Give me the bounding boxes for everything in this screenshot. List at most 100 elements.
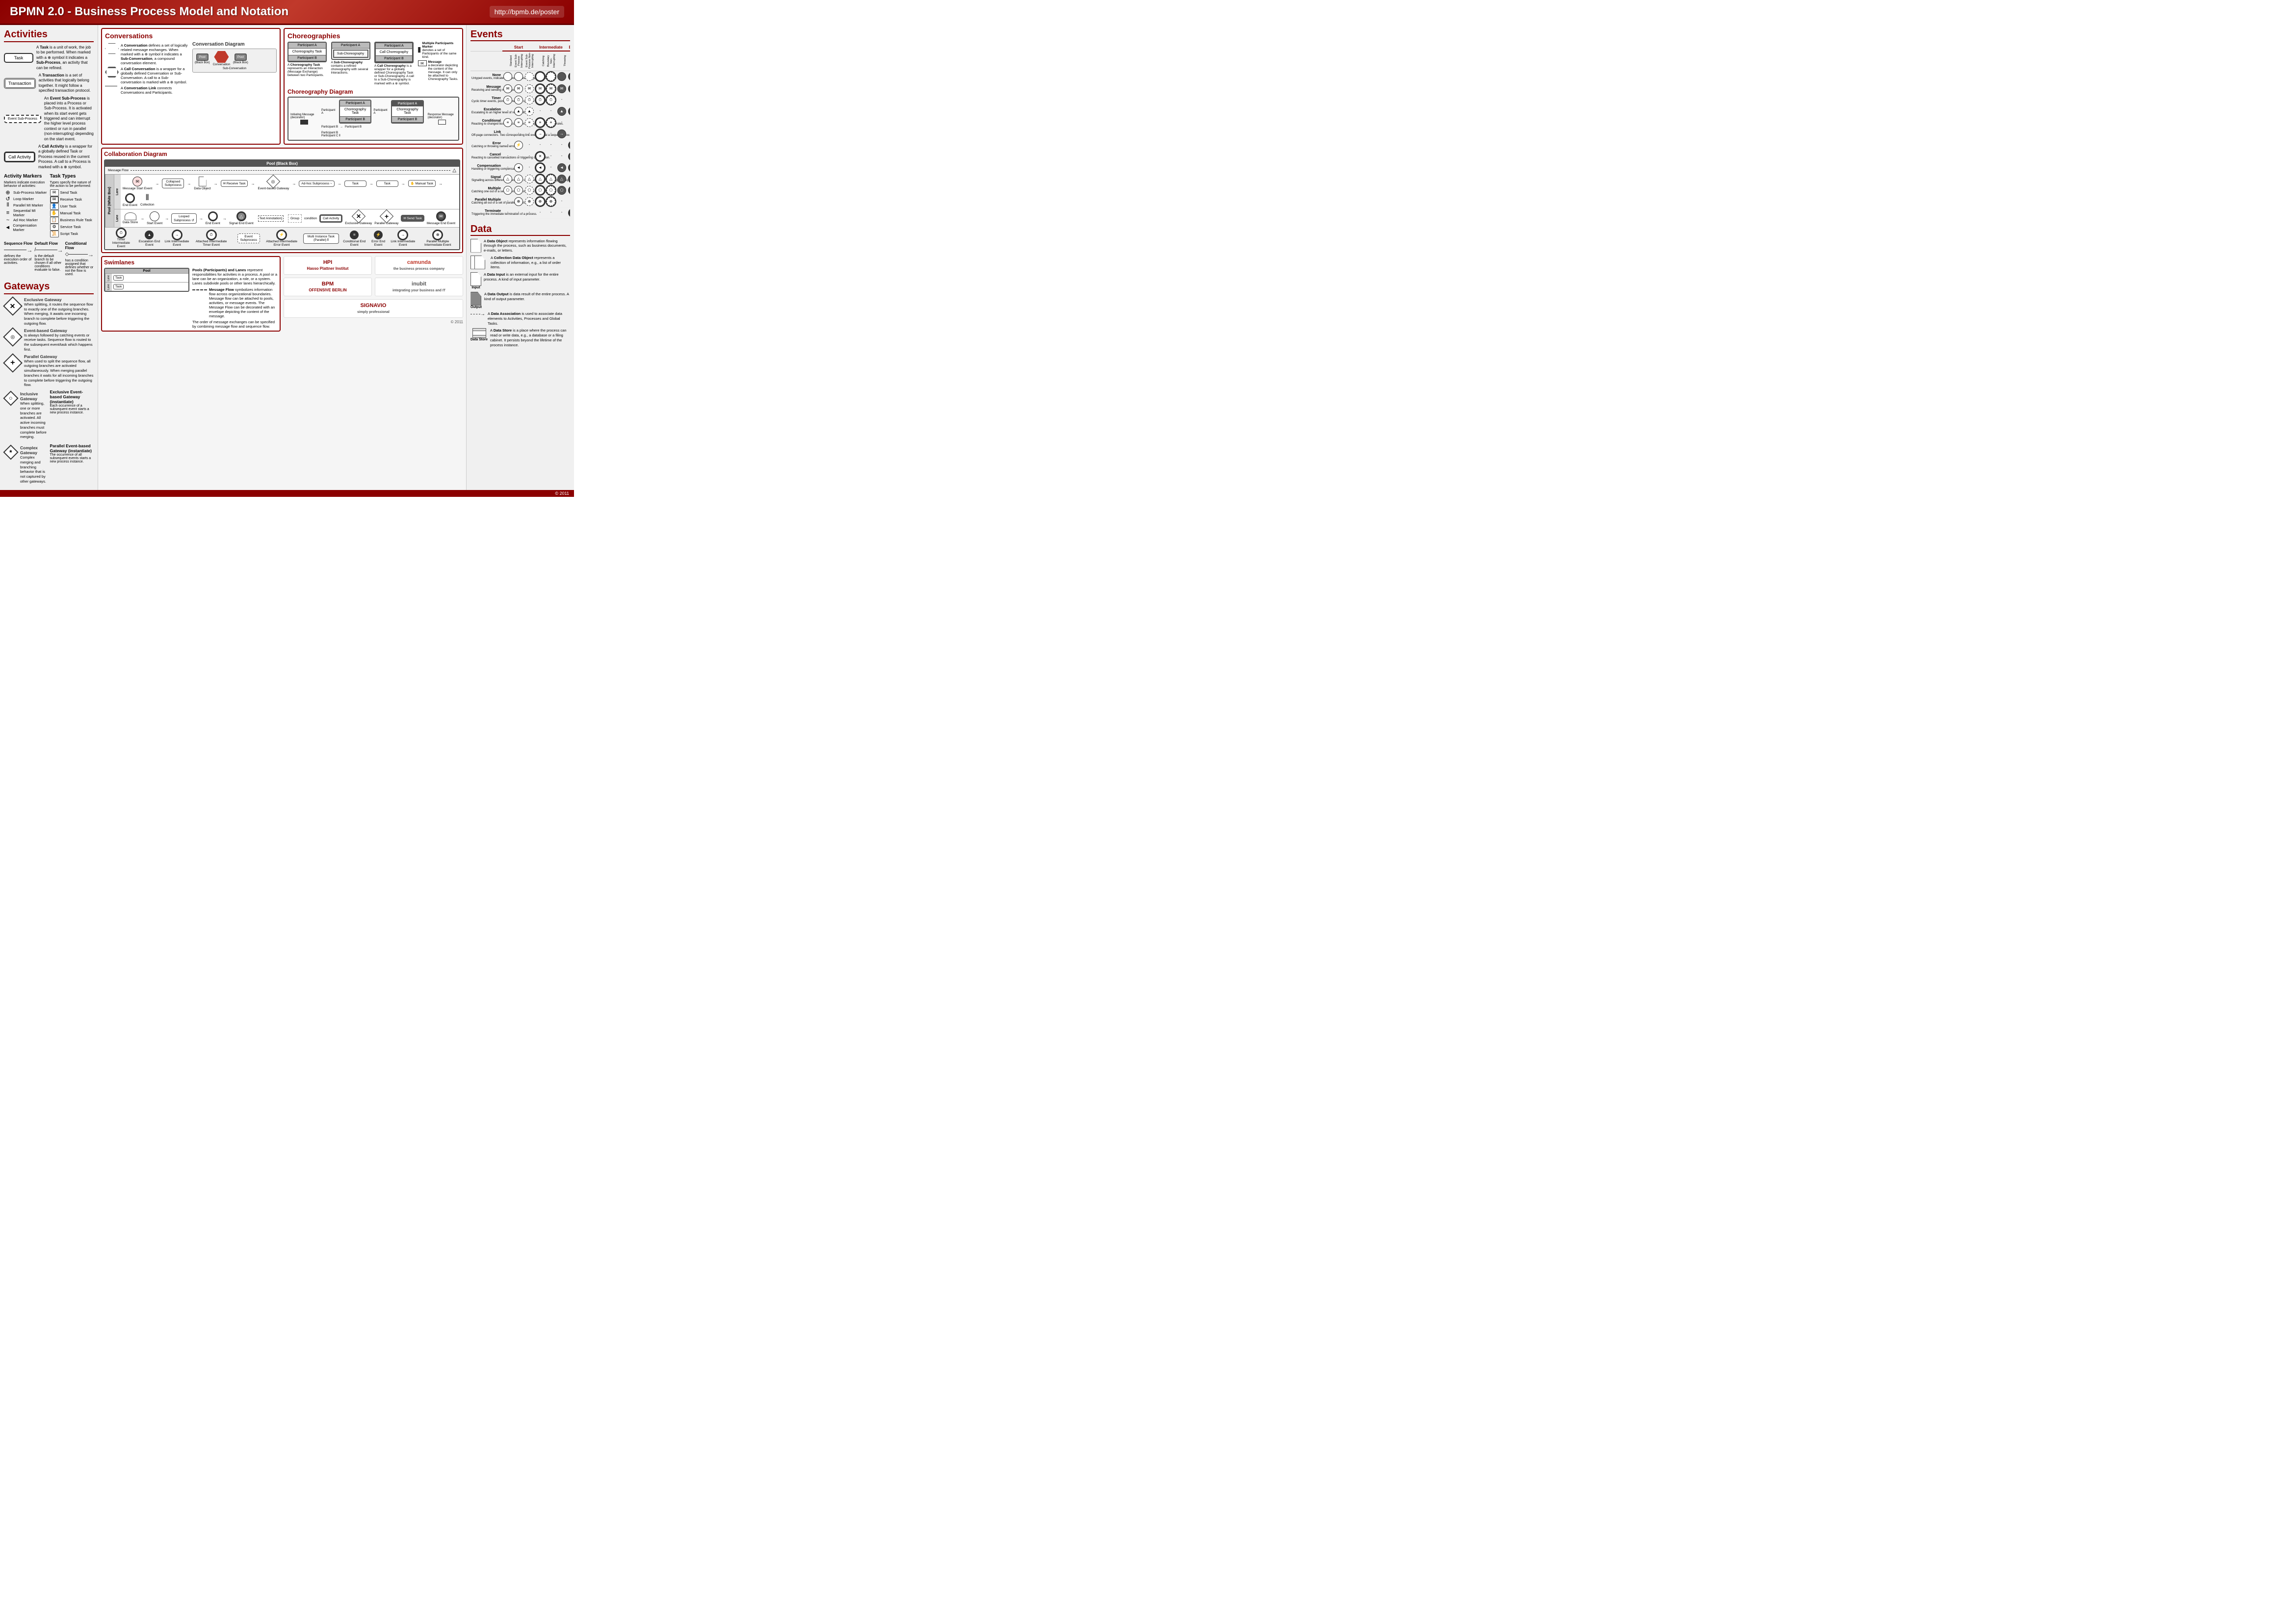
gateways-section: Gateways ✕ Exclusive Gateway When splitt… bbox=[4, 281, 94, 486]
logo-signavio: SIGNAVIOsimply professional bbox=[284, 299, 463, 318]
intermediate-events-row: ⏱ Timer Intermediate Event ▲ Escalation … bbox=[105, 227, 459, 249]
markers-desc: Markers indicate execution behavior of a… bbox=[4, 181, 48, 188]
bottom-section: Swimlanes Pool Lane Task bbox=[101, 256, 463, 332]
logo-bpm-offensive: BPMOFFENSIVE BERLIN bbox=[284, 278, 372, 296]
collab-title: Collaboration Diagram bbox=[104, 151, 460, 157]
adhoc-subprocess-diagram: Ad-hoc Subprocess ~ bbox=[299, 180, 334, 187]
data-title: Data bbox=[470, 224, 570, 236]
conversations-panel: Conversations A Conversation defines a s… bbox=[101, 28, 281, 145]
error-end: ⚡ Error End Event bbox=[370, 231, 387, 247]
attached-intermediate-error: ⚡ Attached Intermediate Error Event bbox=[264, 231, 300, 247]
copyright: © 2011 bbox=[284, 320, 463, 324]
pool-visual: Pool Lane Task Lane Task bbox=[104, 268, 189, 292]
subhead-standard-end: Standard bbox=[567, 51, 570, 71]
pool-lanes: Lane ✉ Message Start Event → CollapsedSu… bbox=[114, 175, 459, 227]
gateway-exclusive: ✕ Exclusive Gateway When splitting, it r… bbox=[4, 297, 94, 326]
swimlanes-content: Pool Lane Task Lane Task bbox=[104, 268, 278, 329]
swimlanes-title: Swimlanes bbox=[104, 259, 278, 266]
logos-section: HPIHasso Plattner Institut camundathe bu… bbox=[284, 256, 463, 332]
message-flow-desc: Message Flow symbolizes information flow… bbox=[192, 287, 278, 318]
event-row-signal: SignalSignalling across different proces… bbox=[470, 173, 570, 184]
choreography-diagram-section: Choreography Diagram Initiating Message … bbox=[287, 88, 459, 141]
task-type-script: 📜Script Task bbox=[50, 231, 94, 237]
conv-diagram-area: Pool (Black Box) Conversation Pool (Blac… bbox=[192, 49, 277, 73]
message-flow-row: Message Flow △ bbox=[105, 167, 459, 175]
pools-desc: Pools (Participants) and Lanes represent… bbox=[192, 268, 278, 285]
event-row-conditional: ConditionalReacting to changed business … bbox=[470, 117, 570, 128]
call-box: Call Activity bbox=[4, 152, 35, 162]
message-decorator: ✉ Messagea decorator depicting the conte… bbox=[418, 60, 460, 81]
task-type-manual: ✋Manual Task bbox=[50, 210, 94, 217]
activity-task: Task A Task is a unit of work, the job t… bbox=[4, 45, 94, 71]
gateway-parallel-event: Parallel Event-based Gateway (instantiat… bbox=[50, 443, 94, 486]
conditional-end: ≡ Conditional End Event bbox=[343, 231, 366, 247]
data-store-item: Data Store A Data Store is a place where… bbox=[470, 328, 570, 347]
swimlanes-visuals: Pool Lane Task Lane Task bbox=[104, 268, 189, 292]
events-table: Start Intermediate End Standard Event Su… bbox=[470, 44, 570, 219]
event-row-parallel-multiple: Parallel MultipleCatching all out of a s… bbox=[470, 196, 570, 207]
data-store-icon bbox=[472, 328, 486, 338]
choreo-task-2: Participant A Sub-Choreography A Sub-Cho… bbox=[331, 42, 373, 75]
marker-sequential-mi: ≡Sequential MI Marker bbox=[4, 208, 48, 217]
conversation-diagram: Conversation Diagram Pool (Black Box) bbox=[192, 42, 277, 96]
choreo-markers: ⦀ Multiple Participants Markerdenotes a … bbox=[418, 42, 460, 81]
left-panel: Activities Task A Task is a unit of work… bbox=[0, 25, 98, 490]
copyright-footer: © 2011 bbox=[555, 491, 570, 496]
task-types-desc: Types specify the nature of the action t… bbox=[50, 181, 94, 188]
call-activity-diagram: Call Activity bbox=[319, 214, 342, 223]
header: BPMN 2.0 - Business Process Model and No… bbox=[0, 0, 574, 25]
gateway-inclusive: ○ Inclusive Gateway When splitting, one … bbox=[4, 391, 48, 439]
conversations-content: A Conversation defines a set of logicall… bbox=[105, 42, 277, 96]
event-based-gw-diagram: ◎ Event-based Gateway bbox=[258, 177, 289, 190]
header-url[interactable]: http://bpmb.de/poster bbox=[490, 6, 564, 18]
event-row-none: NoneUntyped events, indicate start point… bbox=[470, 71, 570, 83]
condition-label: condition bbox=[304, 217, 317, 220]
col-end: End bbox=[567, 44, 570, 51]
conv-item-3: A Conversation Link connects Conversatio… bbox=[105, 86, 189, 95]
collaboration-diagram: Pool (Black Box) Message Flow △ Pool (Wh… bbox=[104, 159, 460, 250]
logo-camunda: camundathe business process company bbox=[375, 256, 463, 275]
text-annotation: Text Annotation] bbox=[258, 215, 284, 222]
task-type-business-rule: 📋Business Rule Task bbox=[50, 217, 94, 224]
subhead-event-subprocess-nonint: Event Sub-Process Non-Interrupting bbox=[524, 51, 535, 71]
task-types-title: Task Types bbox=[50, 174, 94, 179]
exclusive-gateway-diagram: ✕ Exclusive Gateway bbox=[345, 211, 372, 225]
main-layout: Activities Task A Task is a unit of work… bbox=[0, 25, 574, 490]
activity-transaction: Transaction A Transaction is a set of ac… bbox=[4, 73, 94, 94]
looped-subprocess-diagram: LoopedSubprocess ↺ bbox=[171, 213, 197, 224]
markers-section: Activity Markers Markers indicate execut… bbox=[4, 174, 94, 237]
pool-black-box-header: Pool (Black Box) bbox=[105, 160, 459, 167]
data-collection-item: A Collection Data Object represents a co… bbox=[470, 256, 570, 270]
conversation-hexagon-diagram: Conversation bbox=[213, 51, 230, 66]
message-flow-arrow bbox=[130, 170, 450, 171]
multi-instance-task: Multi Instance Task (Parallel) ⦀ bbox=[303, 233, 339, 244]
event-row-timer: TimerCyclic timer events, points in time… bbox=[470, 94, 570, 105]
task-desc: A Task is a unit of work, the job to be … bbox=[36, 45, 94, 71]
collection-diagram: ⦀ Collection bbox=[140, 194, 155, 206]
message-end-event-diagram: ✉ Message End Event bbox=[427, 211, 455, 225]
transaction-desc: A Transaction is a set of activities tha… bbox=[39, 73, 94, 94]
choreo-response: Response Message (decorator) bbox=[428, 113, 456, 125]
gateway-event-based: ◎ Event-based Gateway Is always followed… bbox=[4, 328, 94, 352]
task-type-send: ✉Send Task bbox=[50, 189, 94, 196]
subhead-event-subprocess-int: Event Sub-Process Interrupting bbox=[513, 51, 524, 71]
collaboration-panel: Collaboration Diagram Pool (Black Box) M… bbox=[101, 148, 463, 253]
signal-end-event-diagram: △ Signal End Event bbox=[229, 211, 254, 225]
event-row-multiple: MultipleCatching one out of a set of eve… bbox=[470, 184, 570, 196]
data-object-icon bbox=[470, 239, 481, 253]
data-object-diagram: Data Object bbox=[194, 177, 210, 190]
logo-hpi: HPIHasso Plattner Institut bbox=[284, 256, 372, 275]
lane-1: Lane ✉ Message Start Event → CollapsedSu… bbox=[114, 175, 459, 209]
send-task-diagram: ✉ Send Task bbox=[401, 215, 424, 222]
events-grid: Start Intermediate End Standard Event Su… bbox=[470, 44, 570, 219]
choreo-initiating: Initiating Message (decorator) bbox=[290, 113, 317, 125]
choreo-diagram-title: Choreography Diagram bbox=[287, 88, 459, 95]
data-input-icon bbox=[470, 272, 481, 286]
hexagon-icon bbox=[105, 43, 119, 54]
message-start-event: ✉ Message Start Event bbox=[123, 177, 152, 190]
choreo-diagram: Initiating Message (decorator) Participa… bbox=[287, 97, 459, 141]
page-title: BPMN 2.0 - Business Process Model and No… bbox=[10, 5, 288, 19]
call-desc: A Call Activity is a wrapper for a globa… bbox=[38, 144, 94, 170]
event-subprocess-box: Event Sub-Process bbox=[4, 115, 41, 123]
event-row-terminate: TerminateTriggering the immediate termin… bbox=[470, 207, 570, 218]
